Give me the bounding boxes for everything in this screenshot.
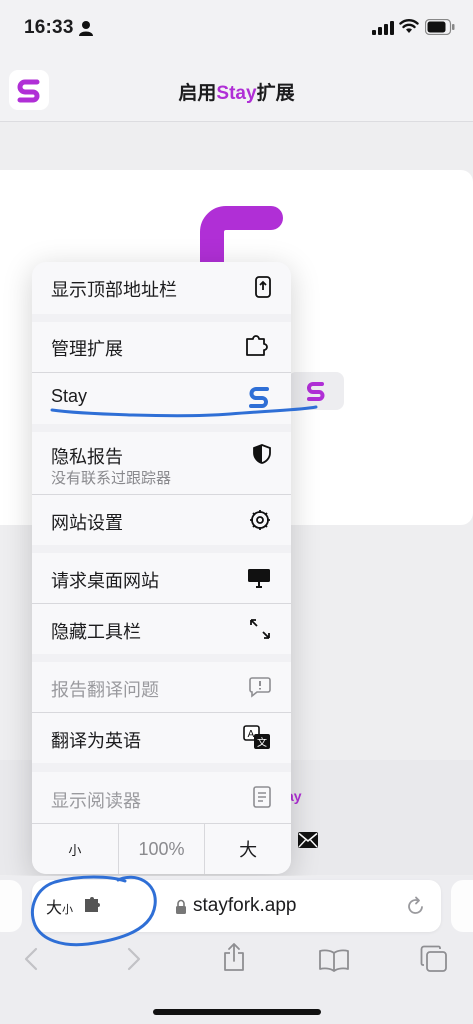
share-icon[interactable]	[222, 942, 246, 972]
svg-text:A: A	[248, 729, 255, 740]
zoom-controls: 小 100% 大	[32, 824, 291, 874]
menu-item-translate-to-english[interactable]: 翻译为英语 A 文	[32, 713, 291, 763]
menu-item-label: Stay	[51, 386, 88, 406]
stay-extension-chip[interactable]	[288, 372, 344, 410]
bookmarks-icon[interactable]	[318, 948, 350, 972]
lock-icon	[176, 899, 186, 914]
menu-item-manage-extensions[interactable]: 管理扩展	[32, 322, 291, 372]
previous-tab-preview[interactable]	[0, 880, 22, 932]
page-menu-button[interactable]: 大小	[46, 894, 73, 918]
menu-item-show-top-address-bar[interactable]: 显示顶部地址栏	[32, 262, 291, 314]
reload-icon[interactable]	[407, 896, 425, 916]
page-title-prefix: 启用	[178, 83, 217, 104]
battery-icon	[425, 19, 455, 35]
page-title: 启用Stay扩展	[0, 78, 473, 105]
menu-item-label: 管理扩展	[51, 339, 123, 359]
translate-icon: A 文	[243, 725, 270, 749]
next-tab-preview[interactable]	[451, 880, 473, 932]
menu-item-sublabel: 没有联系过跟踪器	[51, 470, 172, 487]
menu-item-report-translation-issue: 报告翻译问题	[32, 662, 291, 712]
menu-item-website-settings[interactable]: 网站设置	[32, 495, 291, 545]
shield-icon	[253, 444, 271, 464]
status-time: 16:33	[24, 17, 74, 38]
stay-large-logo-icon	[200, 206, 283, 270]
menu-item-label: 隐私报告	[51, 447, 123, 467]
cellular-signal-icon	[372, 21, 394, 35]
menu-item-label: 翻译为英语	[51, 731, 141, 751]
zoom-increase-button[interactable]: 大	[205, 824, 291, 874]
reader-icon	[253, 786, 271, 808]
stay-s-small-icon	[307, 382, 325, 401]
aa-small-char: 小	[62, 904, 74, 916]
menu-item-label: 隐藏工具栏	[51, 622, 141, 642]
page-title-brand: Stay	[216, 83, 257, 104]
monitor-icon	[248, 569, 270, 588]
menu-item-request-desktop-site[interactable]: 请求桌面网站	[32, 553, 291, 603]
extension-icon	[246, 335, 268, 356]
menu-item-privacy-report[interactable]: 隐私报告 没有联系过跟踪器	[32, 432, 291, 494]
extension-puzzle-icon[interactable]	[84, 897, 102, 913]
menu-item-label: 报告翻译问题	[51, 680, 159, 700]
speech-alert-icon	[249, 677, 271, 698]
tabs-icon[interactable]	[420, 945, 448, 973]
arrows-expand-icon	[250, 619, 270, 639]
gear-icon	[250, 510, 270, 530]
page-header: 启用Stay扩展	[0, 56, 473, 122]
person-icon	[79, 21, 93, 36]
home-indicator	[153, 1009, 321, 1015]
svg-text:文: 文	[257, 736, 267, 749]
aa-large-char: 大	[46, 900, 63, 917]
forward-arrow-icon[interactable]	[125, 946, 143, 972]
status-bar: 16:33	[0, 0, 473, 56]
zoom-decrease-button[interactable]: 小	[32, 824, 119, 874]
url-text[interactable]: stayfork.app	[193, 895, 297, 917]
menu-item-stay[interactable]: Stay	[32, 373, 291, 424]
address-bar[interactable]: 大小 stayfork.app	[32, 880, 441, 932]
page-title-suffix: 扩展	[256, 83, 295, 104]
page-settings-menu: 显示顶部地址栏 管理扩展 Stay 隐私报告 没有联系过跟踪器 网站设置 请求桌…	[32, 262, 291, 874]
phone-top-bar-icon	[255, 276, 271, 298]
mail-icon[interactable]	[298, 832, 318, 848]
menu-item-hide-toolbar[interactable]: 隐藏工具栏	[32, 604, 291, 654]
menu-item-label: 显示顶部地址栏	[51, 280, 177, 300]
wifi-icon	[399, 19, 419, 33]
stay-s-icon	[249, 387, 269, 408]
zoom-level-value: 100%	[119, 824, 206, 874]
back-arrow-icon[interactable]	[22, 946, 40, 972]
menu-item-label: 网站设置	[51, 513, 123, 533]
menu-item-label: 请求桌面网站	[51, 571, 159, 591]
menu-item-show-reader: 显示阅读器	[32, 772, 291, 824]
menu-item-label: 显示阅读器	[51, 791, 141, 811]
